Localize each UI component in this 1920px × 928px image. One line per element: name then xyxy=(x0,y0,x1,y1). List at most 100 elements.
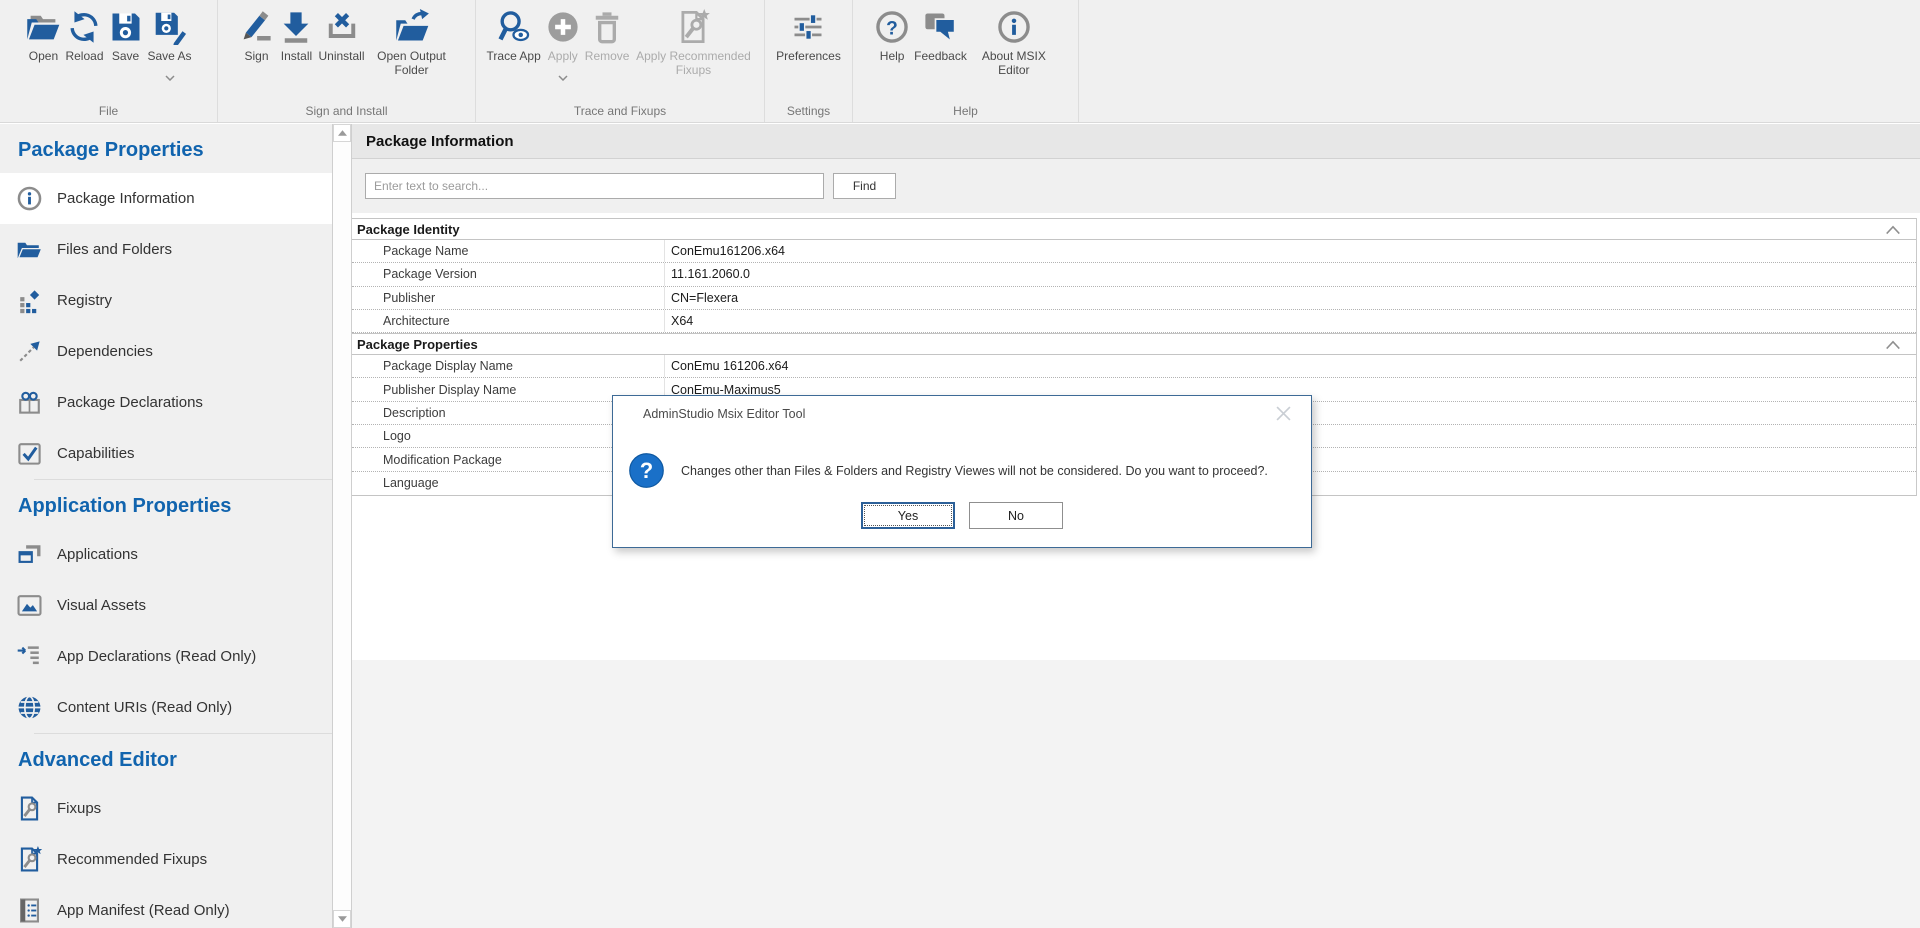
apply-button: Apply xyxy=(545,7,581,77)
ribbon-group-buttons: Preferences xyxy=(767,0,850,64)
find-button[interactable]: Find xyxy=(833,173,896,199)
svg-text:?: ? xyxy=(886,18,898,39)
reload-icon xyxy=(66,9,102,45)
remove-icon xyxy=(589,9,625,45)
triangle-down-icon xyxy=(338,916,347,922)
button-label: Help xyxy=(880,50,905,64)
sidebar-item-package-declarations[interactable]: Package Declarations xyxy=(0,377,332,428)
triangle-up-icon xyxy=(338,130,347,136)
save-as-button[interactable]: Save As xyxy=(148,7,192,74)
uninstall-button[interactable]: Uninstall xyxy=(318,7,364,77)
sidebar-item-content-uris-read-only[interactable]: Content URIs (Read Only) xyxy=(0,682,332,733)
sidebar-section-title: Advanced Editor xyxy=(0,734,332,783)
help-icon: ? xyxy=(874,9,910,45)
app-manifest-icon xyxy=(16,897,43,924)
preferences-button[interactable]: Preferences xyxy=(776,7,841,64)
property-value[interactable]: ConEmu161206.x64 xyxy=(665,240,1916,262)
sidebar-item-package-information[interactable]: Package Information xyxy=(0,173,332,224)
sign-button[interactable]: Sign xyxy=(238,7,274,77)
sidebar-item-app-manifest-read-only[interactable]: App Manifest (Read Only) xyxy=(0,885,332,928)
save-button[interactable]: Save xyxy=(108,7,144,74)
ribbon-group-sign-and-install: SignInstallUninstallOpen Output FolderSi… xyxy=(218,0,476,122)
table-row-package-name: Package NameConEmu161206.x64 xyxy=(352,240,1916,263)
ribbon-group-help: ? Help Feedback About MSIX Editor Help xyxy=(853,0,1079,122)
sidebar-item-label: Package Declarations xyxy=(57,394,203,411)
sidebar-item-label: Fixups xyxy=(57,800,101,817)
scroll-up-button[interactable] xyxy=(333,124,351,142)
sidebar-item-fixups[interactable]: Fixups xyxy=(0,783,332,834)
apply-icon xyxy=(545,9,581,45)
question-icon: ? xyxy=(628,452,665,489)
sidebar-item-recommended-fixups[interactable]: Recommended Fixups xyxy=(0,834,332,885)
close-icon[interactable] xyxy=(1276,406,1291,421)
sidebar-scrollbar[interactable] xyxy=(332,124,352,928)
button-label: About MSIX Editor xyxy=(971,50,1057,77)
save-as-icon xyxy=(152,9,188,45)
confirm-dialog: AdminStudio Msix Editor Tool ? Changes o… xyxy=(612,395,1312,548)
button-label: Save As xyxy=(148,50,192,64)
feedback-button[interactable]: Feedback xyxy=(914,7,967,77)
table-row-publisher: PublisherCN=Flexera xyxy=(352,287,1916,310)
button-label: Remove xyxy=(585,50,630,64)
property-value[interactable]: CN=Flexera xyxy=(665,287,1916,309)
dialog-title: AdminStudio Msix Editor Tool xyxy=(643,407,805,421)
chevron-down-icon xyxy=(558,68,568,74)
recommended-fixups-icon xyxy=(16,846,43,873)
folder-icon xyxy=(16,236,43,263)
capabilities-icon xyxy=(16,440,43,467)
button-label: Open Output Folder xyxy=(369,50,455,77)
sidebar-item-capabilities[interactable]: Capabilities xyxy=(0,428,332,479)
property-value[interactable]: ConEmu 161206.x64 xyxy=(665,355,1916,377)
property-value[interactable]: X64 xyxy=(665,310,1916,332)
yes-button[interactable]: Yes xyxy=(861,502,955,529)
chevron-up-icon[interactable] xyxy=(1884,224,1902,235)
trace-app-button[interactable]: Trace App xyxy=(487,7,541,77)
info-icon xyxy=(16,185,43,212)
no-button[interactable]: No xyxy=(969,502,1063,529)
sidebar-item-dependencies[interactable]: Dependencies xyxy=(0,326,332,377)
property-label: Publisher xyxy=(352,287,665,309)
table-row-package-display-name: Package Display NameConEmu 161206.x64 xyxy=(352,355,1916,378)
registry-icon xyxy=(16,287,43,314)
sidebar-item-applications[interactable]: Applications xyxy=(0,529,332,580)
property-label: Package Version xyxy=(352,263,665,285)
section-header-package-properties[interactable]: Package Properties xyxy=(352,333,1916,355)
content-background xyxy=(352,660,1920,928)
ribbon-toolbar: OpenReloadSaveSave AsFileSignInstallUnin… xyxy=(0,0,1920,123)
chevron-up-icon[interactable] xyxy=(1884,339,1902,350)
button-label: Save xyxy=(112,50,139,64)
button-label: Uninstall xyxy=(318,50,364,64)
save-icon xyxy=(108,9,144,45)
search-input[interactable] xyxy=(365,173,824,199)
button-label: Feedback xyxy=(914,50,967,64)
property-label: Package Name xyxy=(352,240,665,262)
about-msix-editor-button[interactable]: About MSIX Editor xyxy=(971,7,1057,77)
sidebar-item-files-and-folders[interactable]: Files and Folders xyxy=(0,224,332,275)
dialog-buttons: Yes No xyxy=(613,502,1311,529)
button-label: Install xyxy=(281,50,312,64)
sidebar-item-label: Registry xyxy=(57,292,112,309)
sidebar-item-label: Package Information xyxy=(57,190,195,207)
package-declarations-icon xyxy=(16,389,43,416)
section-header-package-identity[interactable]: Package Identity xyxy=(352,218,1916,240)
sidebar-item-label: Dependencies xyxy=(57,343,153,360)
property-label: Architecture xyxy=(352,310,665,332)
sidebar-item-app-declarations-read-only[interactable]: App Declarations (Read Only) xyxy=(0,631,332,682)
sidebar-nav: Package PropertiesPackage InformationFil… xyxy=(0,124,332,928)
property-value[interactable]: 11.161.2060.0 xyxy=(665,263,1916,285)
scrollbar-thumb[interactable] xyxy=(333,142,351,910)
property-label: Package Display Name xyxy=(352,355,665,377)
install-button[interactable]: Install xyxy=(278,7,314,77)
scroll-down-button[interactable] xyxy=(333,910,351,928)
help-button[interactable]: ? Help xyxy=(874,7,910,77)
ribbon-group-label: Trace and Fixups xyxy=(476,104,764,118)
open-output-folder-button[interactable]: Open Output Folder xyxy=(369,7,455,77)
reload-button[interactable]: Reload xyxy=(65,7,103,74)
search-bar: Find xyxy=(352,159,1920,213)
button-label: Apply xyxy=(548,50,578,64)
ribbon-group-settings: PreferencesSettings xyxy=(765,0,853,122)
sidebar-item-registry[interactable]: Registry xyxy=(0,275,332,326)
trace-app-icon xyxy=(496,9,532,45)
sidebar-item-visual-assets[interactable]: Visual Assets xyxy=(0,580,332,631)
open-button[interactable]: Open xyxy=(25,7,61,74)
